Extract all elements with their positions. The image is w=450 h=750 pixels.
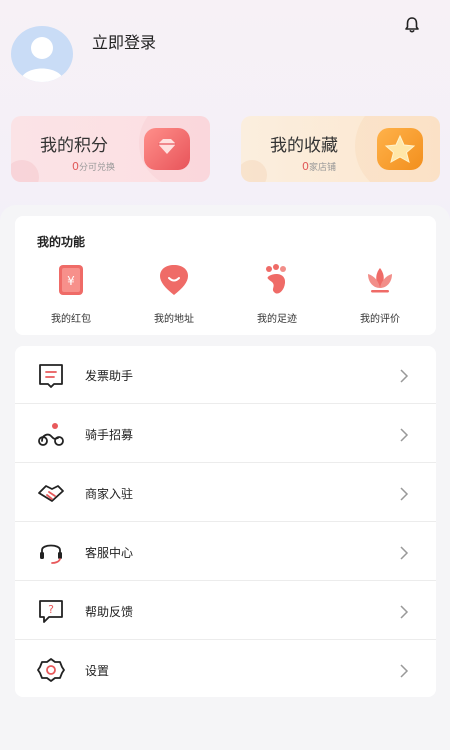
red-envelope-icon: ¥: [59, 265, 83, 295]
menu-item-rider[interactable]: 骑手招募: [15, 405, 436, 463]
gem-icon: [144, 128, 190, 170]
favorites-card[interactable]: 我的收藏 0家店铺: [241, 116, 440, 182]
function-address[interactable]: 我的地址: [139, 264, 209, 325]
favorites-title: 我的收藏: [270, 136, 338, 156]
favorites-suffix: 家店铺: [309, 163, 337, 173]
favorites-count: 0: [302, 160, 309, 173]
menu-label: 商家入驻: [85, 487, 134, 501]
chevron-right-icon: [400, 428, 409, 442]
menu-label: 设置: [85, 664, 110, 678]
help-icon: ?: [39, 600, 63, 623]
menu-label: 帮助反馈: [85, 605, 134, 619]
svg-text:?: ?: [48, 603, 54, 616]
chevron-right-icon: [400, 664, 409, 678]
menu-item-invoice[interactable]: 发票助手: [15, 346, 436, 404]
points-sub: 0分可兑换: [72, 160, 115, 173]
function-red-envelope[interactable]: ¥ 我的红包: [36, 264, 106, 325]
menu-item-merchant[interactable]: 商家入驻: [15, 464, 436, 522]
menu-item-settings[interactable]: 设置: [15, 641, 436, 699]
bell-icon[interactable]: [403, 16, 421, 34]
function-label: 我的红包: [51, 314, 91, 325]
rider-icon: [38, 423, 64, 446]
menu-item-service[interactable]: 客服中心: [15, 523, 436, 581]
profile-header: 立即登录: [0, 0, 450, 100]
functions-title: 我的功能: [37, 235, 86, 249]
address-icon: [160, 265, 188, 295]
svg-text:¥: ¥: [67, 274, 75, 288]
points-suffix: 分可兑换: [79, 163, 116, 173]
function-label: 我的评价: [360, 314, 400, 325]
points-count: 0: [72, 160, 79, 173]
decor-blob: [11, 160, 39, 182]
menu-label: 发票助手: [85, 369, 134, 383]
chevron-right-icon: [400, 605, 409, 619]
function-label: 我的地址: [154, 314, 194, 325]
login-link[interactable]: 立即登录: [92, 29, 156, 53]
function-footprint[interactable]: 我的足迹: [242, 264, 312, 325]
decor-blob: [241, 160, 267, 182]
avatar[interactable]: [11, 26, 73, 82]
star-icon: [377, 128, 423, 170]
invoice-icon: [39, 364, 63, 388]
chevron-right-icon: [400, 369, 409, 383]
favorites-sub: 0家店铺: [302, 160, 336, 173]
points-card[interactable]: 我的积分 0分可兑换: [11, 116, 210, 182]
avatar-placeholder-icon: [20, 37, 64, 82]
menu-list: 发票助手 骑手招募 商家入驻 客服中心 ? 帮助反馈 设置: [15, 346, 436, 697]
function-label: 我的足迹: [257, 314, 297, 325]
points-title: 我的积分: [40, 136, 108, 156]
lotus-icon: [368, 268, 392, 293]
menu-label: 骑手招募: [85, 428, 134, 442]
function-review[interactable]: 我的评价: [345, 264, 415, 325]
functions-box: 我的功能 ¥ 我的红包 我的地址 我的足迹 我的评价: [15, 216, 436, 335]
headset-icon: [40, 544, 62, 564]
chevron-right-icon: [400, 546, 409, 560]
footprint-icon: [266, 264, 286, 294]
chevron-right-icon: [400, 487, 409, 501]
handshake-icon: [38, 485, 64, 502]
menu-item-help[interactable]: ? 帮助反馈: [15, 582, 436, 640]
menu-label: 客服中心: [85, 546, 134, 560]
settings-icon: [37, 658, 65, 682]
